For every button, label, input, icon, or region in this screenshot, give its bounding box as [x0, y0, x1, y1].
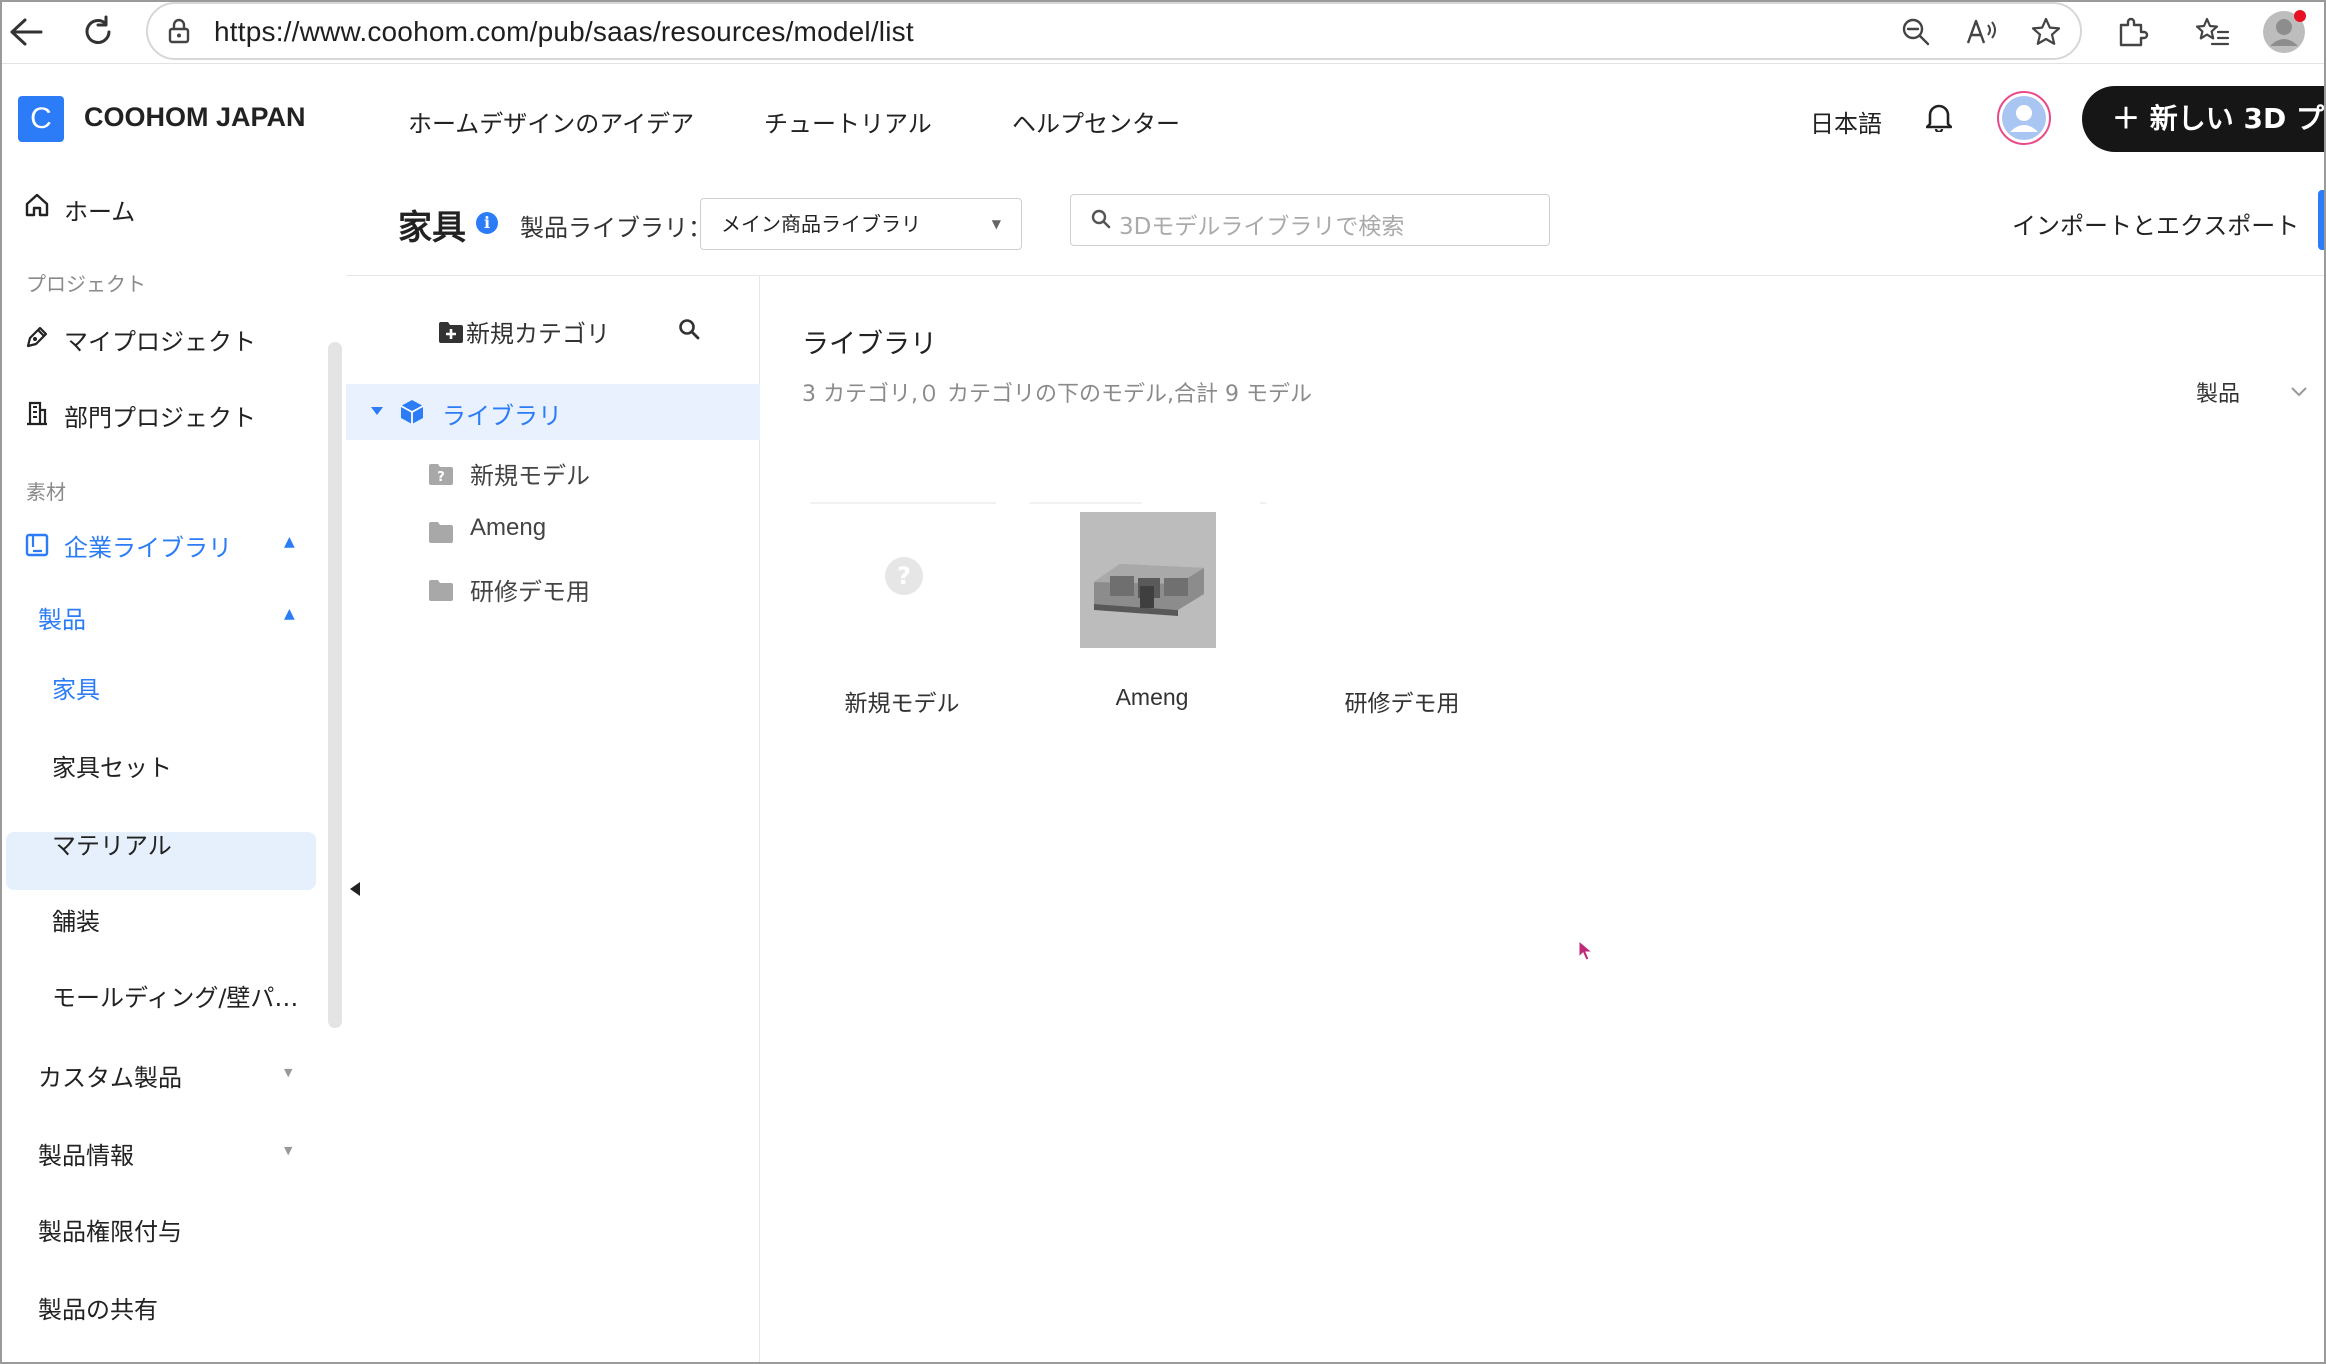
bell-icon[interactable] [1926, 102, 1952, 132]
sidebar-item-product-permission[interactable]: 製品権限付与 [38, 1212, 182, 1247]
tree-item[interactable]: 研修デモ用 [470, 572, 590, 607]
lock-icon[interactable] [168, 18, 190, 44]
sidebar-item-product-share[interactable]: 製品の共有 [38, 1290, 158, 1325]
sidebar-item-paving[interactable]: 舗装 [52, 902, 100, 937]
library-summary: 3 カテゴリ,０ カテゴリの下のモデル,合計 9 モデル [802, 382, 1312, 407]
page-toolbar: 家具 i 製品ライブラリ： メイン商品ライブラリ ▼ 3Dモデルライブラリで検索… [346, 176, 2326, 276]
brand-name[interactable]: COOHOM JAPAN [84, 102, 306, 133]
zoom-out-icon[interactable] [1894, 10, 1938, 54]
url-text[interactable]: https://www.coohom.com/pub/saas/resource… [214, 16, 914, 48]
new-category-label: 新規カテゴリ [466, 320, 610, 348]
sidebar-item-products[interactable]: 製品 [38, 600, 86, 635]
new-3d-project-button[interactable]: ＋ 新しい 3D プロジ [2082, 86, 2326, 152]
sidebar-item-home[interactable]: ホーム [64, 192, 135, 227]
project-pen-icon [24, 324, 50, 350]
app-header: C COOHOM JAPAN ホームデザインのアイデア チュートリアル ヘルプセ… [0, 64, 2326, 176]
extensions-icon[interactable] [2108, 8, 2156, 56]
home-icon [24, 192, 50, 218]
reload-icon[interactable] [74, 8, 122, 56]
sidebar: ホーム プロジェクト マイプロジェクト 部門プロジェクト 素材 企業ライブラリ … [0, 176, 342, 1364]
dropdown-arrow-icon: ▼ [991, 217, 1001, 231]
card-border [1260, 502, 1266, 504]
sidebar-item-furniture[interactable]: 家具 [52, 670, 100, 705]
favorites-icon[interactable] [2188, 8, 2236, 56]
add-folder-icon [438, 320, 464, 344]
card-border [810, 502, 996, 504]
tree-item[interactable]: Ameng [470, 514, 546, 542]
back-icon[interactable] [2, 8, 50, 56]
category-card[interactable] [1030, 502, 1260, 662]
search-input[interactable]: 3Dモデルライブラリで検索 [1070, 194, 1550, 246]
cube-icon [398, 398, 426, 426]
nav-tutorial[interactable]: チュートリアル [764, 104, 932, 139]
chevron-down-icon[interactable] [2290, 386, 2308, 398]
sidebar-item-furniture-set[interactable]: 家具セット [52, 748, 172, 783]
user-avatar[interactable] [1996, 90, 2052, 146]
category-tree: 新規カテゴリ ライブラリ ? 新規モデル Ameng 研修デモ用 [346, 276, 760, 1364]
sidebar-item-material[interactable]: マテリアル [52, 826, 172, 861]
nav-home-design-ideas[interactable]: ホームデザインのアイデア [408, 104, 694, 139]
new-category-button[interactable]: 新規カテゴリ [438, 314, 610, 349]
unknown-folder-icon: ? [428, 462, 454, 486]
profile-avatar-icon[interactable] [2260, 8, 2308, 56]
library-select[interactable]: メイン商品ライブラリ ▼ [700, 198, 1022, 250]
sidebar-item-my-project[interactable]: マイプロジェクト [64, 322, 256, 357]
sidebar-item-enterprise-library[interactable]: 企業ライブラリ [64, 528, 232, 563]
sidebar-item-dept-project[interactable]: 部門プロジェクト [64, 398, 256, 433]
import-export-button[interactable]: インポートとエクスポート [2012, 206, 2299, 241]
chevron-up-icon[interactable]: ▲ [284, 534, 295, 550]
info-icon[interactable]: i [476, 212, 498, 234]
category-card[interactable] [1260, 502, 1510, 662]
search-icon [1091, 209, 1111, 229]
svg-text:?: ? [437, 470, 445, 485]
main-content: ライブラリ 3 カテゴリ,０ カテゴリの下のモデル,合計 9 モデル 製品 ? … [760, 276, 2326, 1364]
library-select-value: メイン商品ライブラリ [721, 212, 921, 236]
sidebar-item-product-info[interactable]: 製品情報 [38, 1136, 134, 1171]
library-label: 製品ライブラリ： [520, 214, 712, 242]
sidebar-item-custom-products[interactable]: カスタム製品 [38, 1058, 182, 1093]
chevron-up-icon[interactable]: ▲ [284, 606, 295, 622]
language-selector[interactable]: 日本語 [1810, 104, 1882, 139]
sidebar-scrollbar[interactable] [328, 342, 342, 1028]
sort-select[interactable]: 製品 [2196, 376, 2240, 408]
folder-icon [428, 520, 454, 544]
building-icon [24, 400, 50, 426]
category-card[interactable]: ? [810, 502, 1010, 662]
section-project: プロジェクト [26, 272, 146, 296]
mouse-cursor-icon [1578, 940, 1594, 962]
expand-caret-icon[interactable] [370, 406, 384, 416]
tree-root-label: ライブラリ [442, 402, 562, 430]
library-icon [24, 532, 50, 558]
edge-tab[interactable] [2318, 190, 2326, 250]
library-heading: ライブラリ [802, 329, 937, 360]
folder-icon [428, 578, 454, 602]
search-placeholder: 3Dモデルライブラリで検索 [1119, 214, 1405, 240]
chevron-down-icon[interactable]: ▼ [284, 1144, 292, 1157]
search-icon[interactable] [678, 318, 700, 340]
chevron-down-icon[interactable]: ▼ [284, 1066, 292, 1079]
question-placeholder-icon: ? [884, 556, 924, 596]
page-title: 家具 [398, 208, 466, 248]
section-material: 素材 [26, 480, 66, 504]
card-title[interactable]: 新規モデル [802, 684, 1002, 718]
favorite-star-icon[interactable] [2024, 10, 2068, 54]
card-title[interactable]: Ameng [1052, 684, 1252, 711]
tree-root-item[interactable]: ライブラリ [346, 384, 760, 440]
tree-item[interactable]: 新規モデル [470, 456, 590, 491]
card-border [1030, 502, 1142, 504]
browser-toolbar: https://www.coohom.com/pub/saas/resource… [0, 0, 2326, 64]
svg-text:?: ? [897, 562, 911, 590]
sidebar-item-molding[interactable]: モールディング/壁パ… [52, 978, 298, 1013]
card-title[interactable]: 研修デモ用 [1302, 684, 1502, 718]
address-bar[interactable]: https://www.coohom.com/pub/saas/resource… [146, 2, 2082, 60]
logo-icon[interactable]: C [18, 96, 64, 142]
nav-help-center[interactable]: ヘルプセンター [1012, 104, 1180, 139]
read-aloud-icon[interactable] [1960, 10, 2004, 54]
sofa-thumbnail [1080, 512, 1216, 648]
